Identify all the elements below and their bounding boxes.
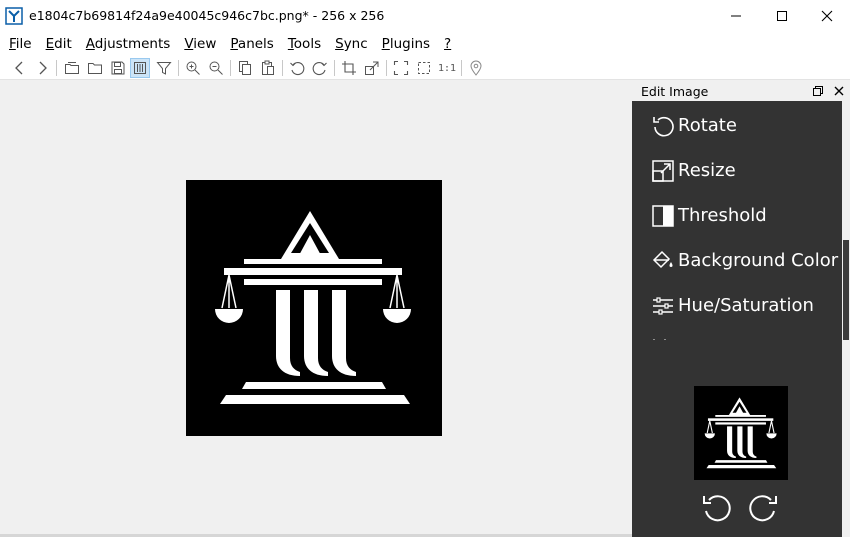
paint-bucket-icon (651, 249, 675, 273)
panel-scrollbar-thumb[interactable] (843, 240, 849, 340)
resize-icon (365, 61, 379, 75)
thumbnail-bar-button[interactable] (130, 58, 150, 78)
menu-view[interactable]: View (177, 32, 223, 56)
preview-thumbnail (694, 386, 788, 480)
rotate-left-icon (290, 62, 305, 76)
rotate-right-icon (312, 62, 327, 76)
menu-adjustments[interactable]: Adjustments (79, 32, 178, 56)
forward-button[interactable] (32, 58, 52, 78)
tool-rotate[interactable]: Rotate (632, 103, 842, 148)
maximize-button[interactable] (759, 0, 805, 32)
toolbar-separator (282, 60, 283, 76)
menu-bar: File Edit Adjustments View Panels Tools … (0, 32, 850, 56)
toolbar-separator (334, 60, 335, 76)
open-button[interactable] (62, 58, 82, 78)
edit-image-panel: Rotate Resize Threshold Background Color… (632, 101, 842, 537)
close-panel-icon[interactable] (832, 84, 846, 98)
law-scales-logo (186, 180, 442, 436)
toolbar-separator (56, 60, 57, 76)
rotate-left-button[interactable] (287, 58, 307, 78)
zoom-in-icon (186, 61, 200, 75)
filter-icon (156, 62, 172, 75)
sliders-icon (651, 294, 675, 318)
rotate-cw-icon (749, 495, 777, 522)
zoom-in-button[interactable] (183, 58, 203, 78)
resize-button[interactable] (362, 58, 382, 78)
menu-sync[interactable]: Sync (328, 32, 375, 56)
forward-icon (39, 61, 47, 75)
edit-image-panel-header: Edit Image (632, 81, 850, 101)
toolbar: 1:1 (0, 56, 850, 80)
panel-title: Edit Image (641, 84, 709, 99)
open-folder-icon (65, 62, 79, 74)
thumbnail-bar-icon (134, 62, 146, 74)
rotate-right-preview-button[interactable] (746, 489, 782, 525)
save-icon (111, 61, 125, 75)
rotate-icon (651, 114, 675, 138)
zoom-out-icon (209, 61, 223, 75)
menu-plugins[interactable]: Plugins (375, 32, 437, 56)
save-button[interactable] (108, 58, 128, 78)
menu-panels[interactable]: Panels (223, 32, 280, 56)
fullscreen-icon (393, 60, 409, 76)
toolbar-separator (178, 60, 179, 76)
close-icon (821, 10, 833, 22)
copy-button[interactable] (235, 58, 255, 78)
paste-button[interactable] (258, 58, 278, 78)
crop-button[interactable] (339, 58, 359, 78)
minimize-icon (731, 15, 741, 17)
resize-icon (651, 159, 675, 183)
folder-button[interactable] (85, 58, 105, 78)
toolbar-separator (386, 60, 387, 76)
tool-hue-saturation[interactable]: Hue/Saturation (632, 283, 842, 328)
tool-threshold-label: Threshold (678, 205, 767, 226)
close-button[interactable] (804, 0, 850, 32)
minimize-button[interactable] (713, 0, 759, 32)
tool-background-color-label: Background Color (678, 250, 839, 271)
location-pin-icon (470, 60, 482, 76)
edit-tools-list: Rotate Resize Threshold Background Color… (632, 101, 842, 340)
back-button[interactable] (10, 58, 30, 78)
crop-icon (342, 61, 356, 75)
toolbar-separator (461, 60, 462, 76)
actual-size-icon: 1:1 (437, 62, 457, 74)
app-icon (5, 7, 23, 25)
rotate-right-button[interactable] (310, 58, 330, 78)
rotate-ccw-icon (703, 495, 731, 522)
menu-tools[interactable]: Tools (281, 32, 328, 56)
paste-icon (262, 60, 274, 75)
back-icon (15, 61, 23, 75)
select-button[interactable] (414, 58, 434, 78)
window-title: e1804c7b69814f24a9e40045c946c7bc.png* - … (29, 8, 385, 23)
filter-button[interactable] (154, 58, 174, 78)
menu-file[interactable]: File (2, 32, 39, 56)
maximize-icon (777, 11, 787, 21)
toolbar-separator (230, 60, 231, 76)
tool-resize-label: Resize (678, 160, 736, 181)
tool-threshold[interactable]: Threshold (632, 193, 842, 238)
float-panel-icon[interactable] (811, 84, 825, 98)
law-scales-logo-thumbnail (694, 386, 788, 480)
tool-background-color[interactable]: Background Color (632, 238, 842, 283)
tool-rotate-label: Rotate (678, 115, 737, 136)
select-icon (418, 62, 430, 74)
menu-edit[interactable]: Edit (39, 32, 79, 56)
fullscreen-button[interactable] (391, 58, 411, 78)
rotate-left-preview-button[interactable] (698, 489, 734, 525)
threshold-icon (651, 204, 675, 228)
zoom-out-button[interactable] (206, 58, 226, 78)
location-button[interactable] (466, 58, 486, 78)
menu-help[interactable]: ? (437, 32, 458, 56)
tool-next-partial[interactable] (632, 336, 842, 340)
tool-resize[interactable]: Resize (632, 148, 842, 193)
actual-size-button[interactable]: 1:1 (437, 58, 457, 78)
tool-hue-saturation-label: Hue/Saturation (678, 295, 814, 316)
folder-icon (88, 63, 102, 74)
copy-icon (239, 61, 251, 75)
main-image[interactable] (186, 180, 442, 436)
title-bar: e1804c7b69814f24a9e40045c946c7bc.png* - … (0, 0, 850, 32)
